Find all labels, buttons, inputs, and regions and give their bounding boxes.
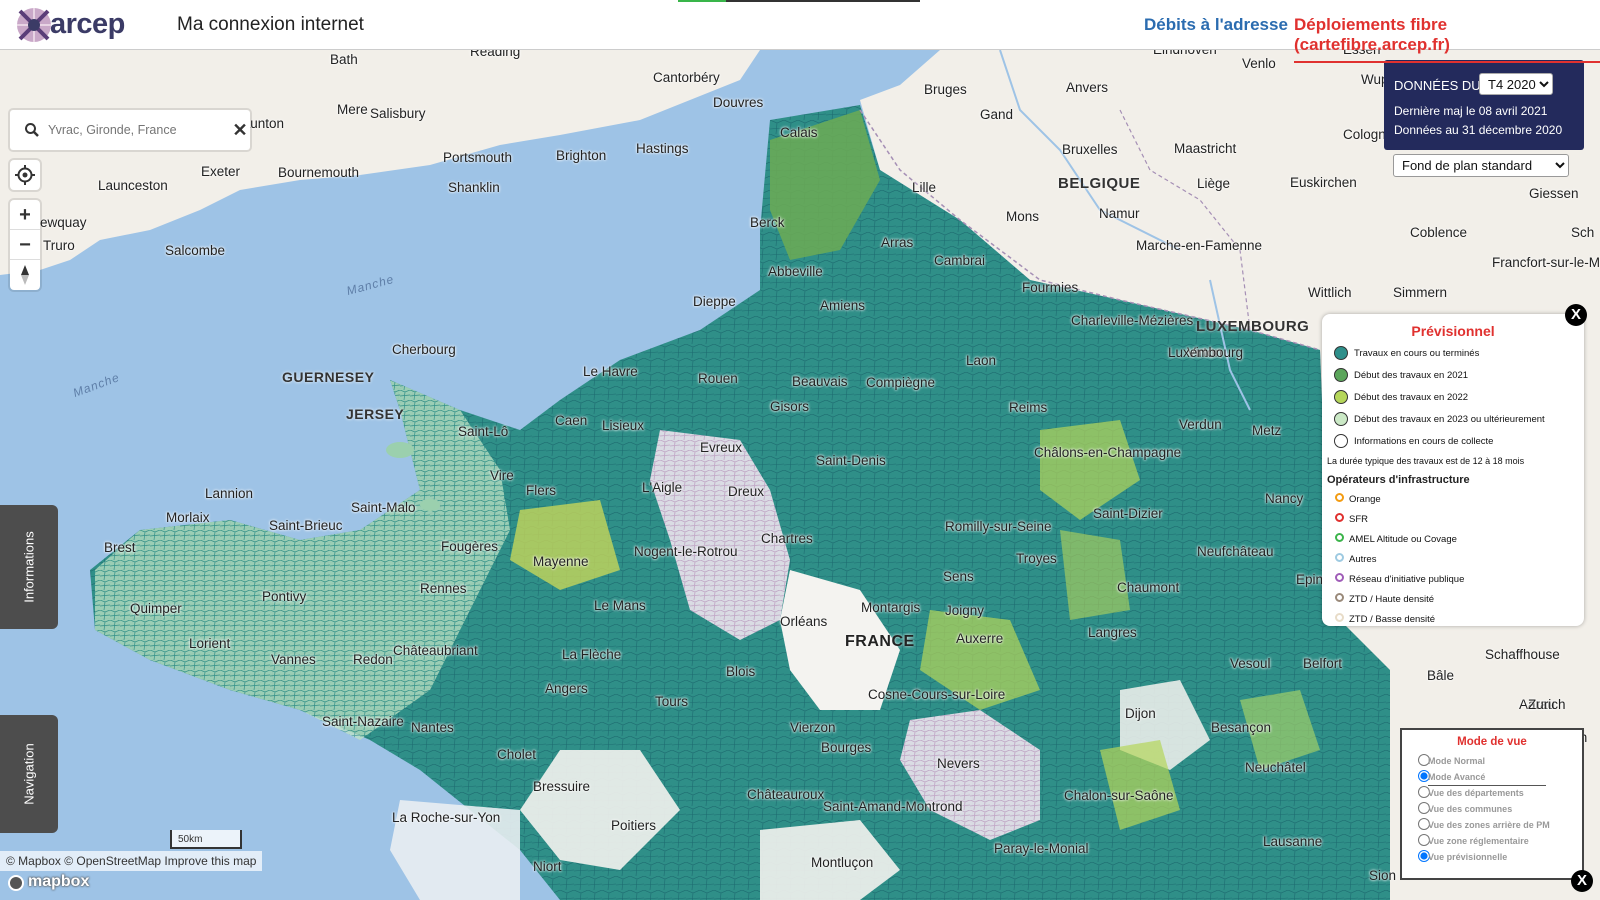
search-icon <box>25 123 39 137</box>
legend-color-dot <box>1334 368 1348 382</box>
legend-title: Prévisionnel <box>1411 323 1495 339</box>
operator-color-ring <box>1335 553 1344 562</box>
legend-close-button[interactable]: X <box>1565 304 1587 326</box>
operator-color-ring <box>1335 613 1344 622</box>
operators-title: Opérateurs d'infrastructure <box>1327 474 1470 486</box>
operator-label: SFR <box>1349 514 1368 525</box>
top-header: arcep Ma connexion internet Débits à l'a… <box>0 0 1600 63</box>
operator-label: Autres <box>1349 554 1377 565</box>
legend-color-dot <box>1334 346 1348 360</box>
legend-item-label: Travaux en cours ou terminés <box>1354 348 1480 359</box>
compass-button[interactable] <box>10 260 40 290</box>
view-mode-option-label: Vue zone réglementaire <box>1428 836 1529 846</box>
arcep-logo-mark-icon <box>17 8 51 42</box>
navigation-tab-label: Navigation <box>21 743 37 805</box>
arcep-logo[interactable]: arcep <box>14 6 136 44</box>
view-mode-option-label: Vue prévisionnelle <box>1428 852 1508 862</box>
app-title: Ma connexion internet <box>177 14 364 35</box>
crosshair-icon <box>15 165 35 185</box>
navigation-tab[interactable]: Navigation <box>0 715 58 833</box>
informations-tab[interactable]: Informations <box>0 505 58 629</box>
nav-link-fibre[interactable]: Déploiements fibre (cartefibre.arcep.fr) <box>1294 15 1600 63</box>
operator-label: ZTD / Haute densité <box>1349 594 1435 605</box>
clear-search-icon[interactable]: ✕ <box>230 120 250 140</box>
legend-color-dot <box>1334 412 1348 426</box>
view-mode-close-button[interactable]: X <box>1571 870 1593 892</box>
zoom-controls: + − <box>10 200 40 290</box>
search-box: ✕ <box>10 110 250 150</box>
operator-label: AMEL Altitude ou Covage <box>1349 534 1457 545</box>
data-period-box: DONNÉES DU T4 2020 Dernière maj le 08 av… <box>1384 60 1584 150</box>
legend-note: La durée typique des travaux est de 12 à… <box>1327 456 1525 466</box>
mapbox-logo-text: mapbox <box>28 873 90 890</box>
map-attribution[interactable]: © Mapbox © OpenStreetMap Improve this ma… <box>0 851 263 871</box>
loading-progress-fill <box>678 0 727 2</box>
last-update-text: Dernière maj le 08 avril 2021 <box>1394 104 1548 118</box>
zoom-out-button[interactable]: − <box>10 230 40 260</box>
mapbox-logo-icon <box>8 875 24 891</box>
legend-item-label: Début des travaux en 2023 ou ultérieurem… <box>1354 414 1545 425</box>
nav-link-debits[interactable]: Débits à l'adresse <box>1144 15 1288 35</box>
operator-color-ring <box>1335 513 1344 522</box>
view-mode-divider <box>1428 785 1546 786</box>
legend-color-dot <box>1334 390 1348 404</box>
operator-color-ring <box>1335 533 1344 542</box>
operator-label: Orange <box>1349 494 1381 505</box>
view-mode-option-label: Vue des zones arrière de PM <box>1428 820 1550 830</box>
zoom-in-button[interactable]: + <box>10 200 40 230</box>
informations-tab-label: Informations <box>21 531 37 603</box>
data-date-text: Données au 31 décembre 2020 <box>1394 123 1563 137</box>
search-input[interactable] <box>48 118 218 142</box>
view-mode-panel: Mode de vue Mode Normal Mode Avancé Vue de… <box>1400 728 1584 880</box>
view-mode-option-label: Mode Normal <box>1428 756 1486 766</box>
view-mode-title: Mode de vue <box>1457 736 1527 748</box>
view-mode-option-label: Vue des départements <box>1428 788 1524 798</box>
map-scale-bar: 50km <box>170 830 242 849</box>
logo-text: arcep <box>50 8 125 40</box>
app-root: arcep Ma connexion internet Débits à l'a… <box>0 0 1600 900</box>
basemap-select[interactable]: Fond de plan standard <box>1393 154 1569 177</box>
legend-panel: Prévisionnel X Travaux en cours ou termi… <box>1322 304 1587 626</box>
data-period-select[interactable]: T4 2020 <box>1479 73 1553 95</box>
data-period-label: DONNÉES DU <box>1394 78 1481 93</box>
geolocate-button[interactable] <box>10 160 40 190</box>
operator-label: ZTD / Basse densité <box>1349 614 1436 625</box>
view-mode-option-label: Mode Avancé <box>1428 772 1486 782</box>
legend-item-label: Début des travaux en 2022 <box>1354 392 1469 403</box>
legend-color-dot <box>1334 434 1348 448</box>
operator-color-ring <box>1335 573 1344 582</box>
mapbox-logo[interactable]: mapbox <box>6 872 94 894</box>
operator-color-ring <box>1335 593 1344 602</box>
legend-item-label: Informations en cours de collecte <box>1354 436 1494 447</box>
legend-item-label: Début des travaux en 2021 <box>1354 370 1469 381</box>
loading-progress-bar <box>678 0 920 2</box>
operator-color-ring <box>1335 493 1344 502</box>
view-mode-option-label: Vue des communes <box>1428 804 1513 814</box>
compass-icon <box>21 265 29 285</box>
operator-label: Réseau d'initiative publique <box>1349 574 1465 585</box>
